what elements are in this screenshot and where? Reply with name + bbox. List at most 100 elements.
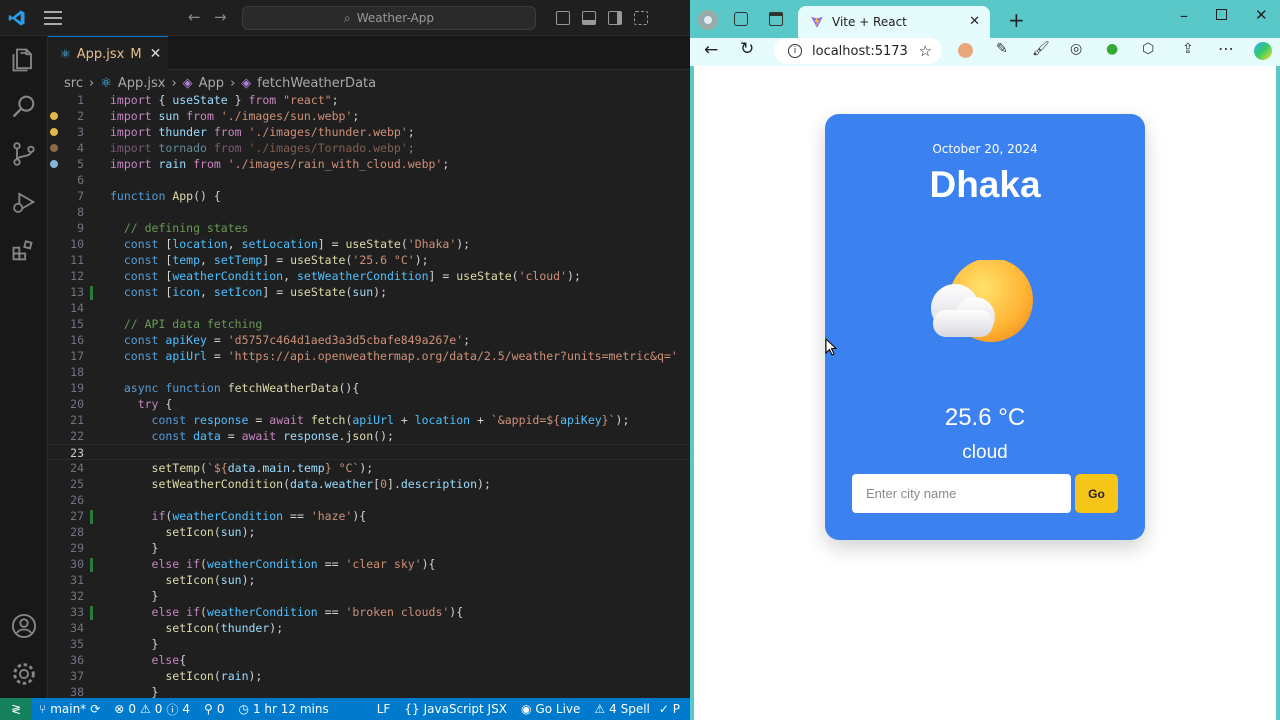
code-line[interactable]: 32 } <box>48 588 690 604</box>
code-line[interactable]: 24 setTemp(`${data.main.temp} °C`); <box>48 460 690 476</box>
spell-text: 4 Spell <box>609 702 650 716</box>
run-debug-icon[interactable] <box>10 188 38 216</box>
command-search-box[interactable]: ⌕ Weather-App <box>242 6 536 30</box>
back-arrow-icon[interactable]: ← <box>704 40 718 60</box>
brush-icon[interactable]: 🖌 <box>1032 41 1050 57</box>
workspaces-icon[interactable] <box>734 12 748 26</box>
code-line[interactable]: 37 setIcon(rain); <box>48 668 690 684</box>
code-line[interactable]: 6 <box>48 172 690 188</box>
time-tracker-status[interactable]: ◷ 1 hr 12 mins <box>231 698 335 720</box>
extension-circle-icon[interactable]: ◎ <box>1070 41 1082 57</box>
code-line[interactable]: 10 const [location, setLocation] = useSt… <box>48 236 690 252</box>
code-line[interactable]: 17 const apiUrl = 'https://api.openweath… <box>48 348 690 364</box>
go-live-button[interactable]: ◉ Go Live <box>514 698 587 720</box>
site-info-icon[interactable]: i <box>788 44 802 58</box>
code-line[interactable]: 2 import sun from './images/sun.webp'; <box>48 108 690 124</box>
code-text: const [icon, setIcon] = useState(sun); <box>110 284 387 300</box>
more-menu-icon[interactable]: ⋯ <box>1218 39 1234 58</box>
code-line[interactable]: 5 import rain from './images/rain_with_cl… <box>48 156 690 172</box>
code-line[interactable]: 35 } <box>48 636 690 652</box>
tab-actions-icon[interactable] <box>769 12 783 26</box>
code-editor[interactable]: 1 import { useState } from "react"; 2 impor… <box>48 92 690 699</box>
forward-arrow-icon[interactable]: → <box>214 8 227 26</box>
breadcrumb-file[interactable]: App.jsx <box>118 76 166 91</box>
maximize-icon[interactable] <box>1216 9 1227 20</box>
tab-app-jsx[interactable]: ⚛ App.jsx M ✕ <box>48 36 168 71</box>
code-line[interactable]: 33 else if(weatherCondition == 'broken c… <box>48 604 690 620</box>
extensions-icon[interactable] <box>10 236 38 264</box>
accounts-icon[interactable] <box>10 612 38 640</box>
code-line[interactable]: 14 <box>48 300 690 316</box>
eol-status[interactable]: LF <box>370 698 398 720</box>
code-line[interactable]: 9 // defining states <box>48 220 690 236</box>
code-token: fetchWeatherData <box>220 381 339 395</box>
extension-android-icon[interactable]: ● <box>1106 41 1118 57</box>
problems-status[interactable]: ⊗ 0 ⚠ 0 ⓘ 4 <box>107 698 197 720</box>
code-line[interactable]: 18 <box>48 364 690 380</box>
branch-status[interactable]: ⑂ main* ⟳ <box>32 698 107 720</box>
toggle-secondary-sidebar-icon[interactable] <box>608 11 622 25</box>
code-line[interactable]: 27 if(weatherCondition == 'haze'){ <box>48 508 690 524</box>
toggle-sidebar-icon[interactable] <box>556 11 570 25</box>
ports-count: 0 <box>216 702 225 716</box>
breadcrumb-src[interactable]: src <box>64 76 83 91</box>
breadcrumb-function[interactable]: fetchWeatherData <box>257 76 376 91</box>
favorite-star-icon[interactable]: ☆ <box>919 42 932 60</box>
extensions-puzzle-icon[interactable]: ⬡ <box>1142 41 1154 57</box>
layout-icon[interactable] <box>634 11 648 25</box>
code-line[interactable]: 26 <box>48 492 690 508</box>
code-line[interactable]: 12 const [weatherCondition, setWeatherCo… <box>48 268 690 284</box>
new-tab-plus-icon[interactable]: + <box>1008 8 1025 32</box>
code-line[interactable]: 16 const apiKey = 'd5757c464d1aed3a3d5cb… <box>48 332 690 348</box>
city-search-input[interactable] <box>852 474 1071 513</box>
breadcrumb-component[interactable]: App <box>199 76 224 91</box>
code-line[interactable]: 8 <box>48 204 690 220</box>
window-close-icon[interactable]: ✕ <box>1255 6 1268 24</box>
back-arrow-icon[interactable]: ← <box>188 8 201 26</box>
extension-face-icon[interactable] <box>958 43 973 58</box>
code-token: else if <box>110 557 201 571</box>
minimize-icon[interactable]: – <box>1180 6 1188 25</box>
code-line[interactable]: 4 import tornado from './images/Tornado.w… <box>48 140 690 156</box>
browser-tab-active[interactable]: Vite + React ✕ <box>798 6 990 38</box>
profile-avatar-icon[interactable] <box>698 10 718 30</box>
search-view-icon[interactable] <box>10 92 38 120</box>
source-control-icon[interactable] <box>10 140 38 168</box>
code-line[interactable]: 29 } <box>48 540 690 556</box>
code-line[interactable]: 7 function App() { <box>48 188 690 204</box>
code-line[interactable]: 15 // API data fetching <box>48 316 690 332</box>
code-line[interactable]: 21 const response = await fetch(apiUrl +… <box>48 412 690 428</box>
code-token: const <box>110 413 187 427</box>
menu-icon[interactable] <box>44 11 62 25</box>
copilot-icon[interactable] <box>1254 42 1272 60</box>
share-icon[interactable]: ⇪ <box>1182 41 1194 57</box>
code-line[interactable]: 1 import { useState } from "react"; <box>48 92 690 108</box>
toggle-panel-icon[interactable] <box>582 11 596 25</box>
go-button[interactable]: Go <box>1075 474 1118 513</box>
code-line[interactable]: 13 const [icon, setIcon] = useState(sun)… <box>48 284 690 300</box>
spell-status[interactable]: ⚠ 4 Spell <box>587 698 657 720</box>
manage-gear-icon[interactable] <box>10 660 38 688</box>
prettier-status[interactable]: ✓ P <box>657 698 682 720</box>
code-line[interactable]: 22 const data = await response.json(); <box>48 428 690 444</box>
remote-indicator[interactable]: ≷ <box>0 698 32 720</box>
code-line[interactable]: 25 setWeatherCondition(data.weather[0].d… <box>48 476 690 492</box>
language-mode-status[interactable]: {} JavaScript JSX <box>397 698 514 720</box>
code-line[interactable]: 20 try { <box>48 396 690 412</box>
code-line[interactable]: 31 setIcon(sun); <box>48 572 690 588</box>
tab-close-icon[interactable]: ✕ <box>969 14 980 29</box>
code-line[interactable]: 28 setIcon(sun); <box>48 524 690 540</box>
tab-close-icon[interactable]: ✕ <box>150 46 162 62</box>
explorer-icon[interactable] <box>10 46 38 74</box>
code-line[interactable]: 19 async function fetchWeatherData(){ <box>48 380 690 396</box>
address-bar[interactable]: i localhost:5173 ☆ <box>774 38 942 64</box>
code-line[interactable]: 3 import thunder from './images/thunder.w… <box>48 124 690 140</box>
code-line[interactable]: 36 else{ <box>48 652 690 668</box>
code-line[interactable]: 34 setIcon(thunder); <box>48 620 690 636</box>
code-line[interactable]: 23 <box>48 444 690 460</box>
refresh-icon[interactable]: ↻ <box>740 39 754 59</box>
ports-status[interactable]: ⚲ 0 <box>197 698 231 720</box>
code-line[interactable]: 11 const [temp, setTemp] = useState('25.… <box>48 252 690 268</box>
code-line[interactable]: 30 else if(weatherCondition == 'clear sk… <box>48 556 690 572</box>
eyedropper-icon[interactable]: ✎ <box>996 41 1008 57</box>
